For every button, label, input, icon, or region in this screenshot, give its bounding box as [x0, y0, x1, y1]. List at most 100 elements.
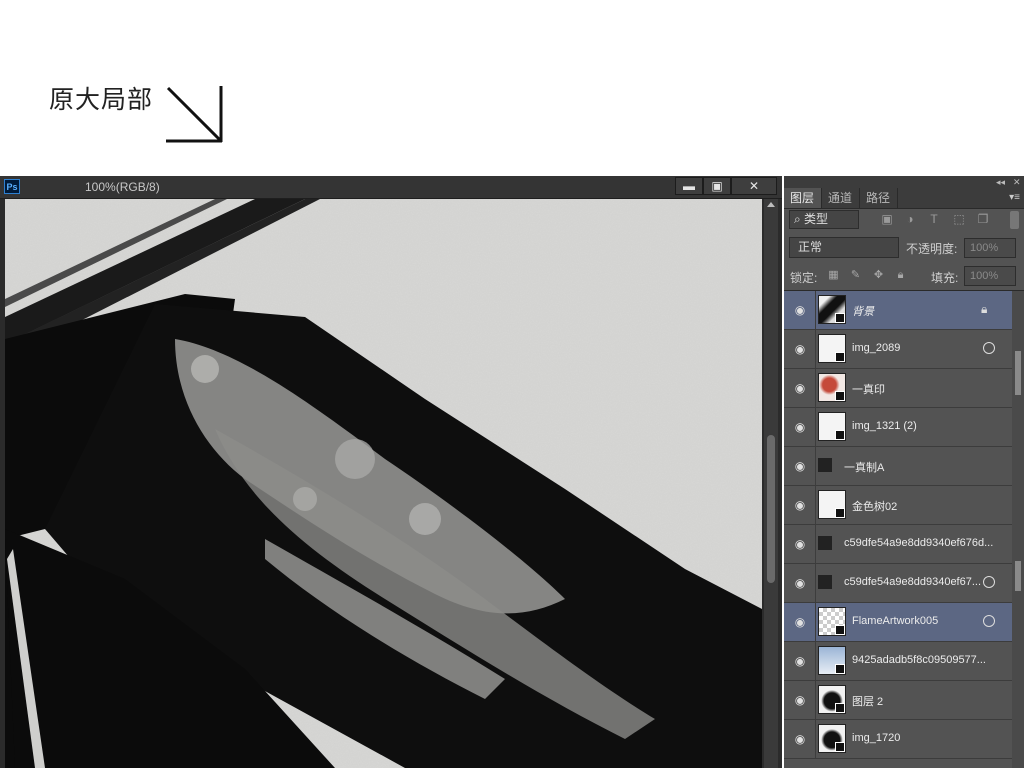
opacity-field[interactable]: 100% [964, 238, 1016, 258]
adjustment-filter-icon[interactable]: ◑ [903, 212, 917, 226]
layer-row[interactable]: ◉ 9425adadb5f8c09509577... [784, 642, 1012, 681]
arrow-down-right-icon [166, 86, 223, 143]
layer-divider [815, 291, 816, 329]
smart-object-badge-icon [835, 742, 845, 752]
layers-scrollbar-thumb[interactable] [1015, 351, 1021, 395]
visibility-eye-icon[interactable]: ◉ [793, 537, 807, 551]
layer-thumbnail[interactable] [818, 490, 846, 519]
smart-object-icon[interactable] [818, 458, 832, 472]
layer-row[interactable]: ◉ img_2089 [784, 330, 1012, 369]
layer-name[interactable]: img_1321 (2) [852, 420, 917, 432]
layer-name[interactable]: 一真印 [852, 381, 885, 397]
layer-row[interactable]: ◉ 一真制A [784, 447, 1012, 486]
close-button[interactable]: ✕ [731, 177, 777, 195]
visibility-eye-icon[interactable]: ◉ [793, 498, 807, 512]
layer-name[interactable]: c59dfe54a9e8dd9340ef676d... [844, 537, 993, 549]
lock-pixels-icon[interactable]: ✎ [849, 269, 862, 282]
layer-divider [815, 720, 816, 758]
layer-name[interactable]: 一真制A [844, 459, 884, 475]
visibility-eye-icon[interactable]: ◉ [793, 732, 807, 746]
layer-row[interactable]: ◉ 金色树02 [784, 486, 1012, 525]
layer-divider [815, 447, 816, 485]
maximize-button[interactable]: ▣ [703, 177, 731, 195]
layer-thumbnail[interactable] [818, 646, 846, 675]
layers-panel: ◂◂ ✕ 图层 通道 路径 ▾≡ ⌕ 类型 ▣ ◑ T ⬚ ❐ 正常 不透明度:… [784, 176, 1024, 768]
smart-object-badge-icon [835, 352, 845, 362]
image-filter-icon[interactable]: ▣ [880, 212, 894, 226]
document-canvas[interactable] [5, 199, 762, 768]
panel-tabs: 图层 通道 路径 ▾≡ [784, 188, 1024, 209]
blend-mode-select[interactable]: 正常 [789, 237, 899, 258]
visibility-eye-icon[interactable]: ◉ [793, 693, 807, 707]
lock-position-icon[interactable]: ✥ [872, 269, 885, 282]
vertical-scrollbar[interactable] [764, 199, 778, 768]
visibility-eye-icon[interactable]: ◉ [793, 576, 807, 590]
layers-scrollbar[interactable] [1012, 291, 1024, 768]
layers-scrollbar-thumb-2[interactable] [1015, 561, 1021, 591]
layer-divider [815, 369, 816, 407]
tab-paths[interactable]: 路径 [860, 188, 898, 208]
layer-thumbnail[interactable] [818, 685, 846, 714]
panel-menu-icon[interactable]: ▾≡ [1009, 192, 1020, 203]
lock-transparent-icon[interactable]: ▦ [827, 269, 840, 282]
smart-object-icon[interactable] [818, 575, 832, 589]
layer-name[interactable]: img_1720 [852, 732, 900, 744]
filter-type-select[interactable]: ⌕ 类型 [789, 210, 859, 229]
layer-row[interactable]: ◉ FlameArtwork005 [784, 603, 1012, 642]
fill-field[interactable]: 100% [964, 266, 1016, 286]
scroll-up-icon[interactable] [767, 202, 775, 207]
layer-row[interactable]: ◉ 图层 2 [784, 681, 1012, 720]
layer-name[interactable]: 图层 2 [852, 693, 883, 709]
lock-label: 锁定: [790, 271, 818, 285]
layer-thumbnail[interactable] [818, 373, 846, 402]
layer-thumbnail[interactable] [818, 334, 846, 363]
visibility-eye-icon[interactable]: ◉ [793, 381, 807, 395]
minimize-button[interactable]: ▬ [675, 177, 703, 195]
tab-layers[interactable]: 图层 [784, 188, 822, 208]
collapse-panel-icon[interactable]: ◂◂ [996, 176, 1005, 188]
layer-name[interactable]: 金色树02 [852, 498, 897, 514]
filter-toggle[interactable] [1010, 211, 1019, 229]
layer-row[interactable]: ◉ img_1720 [784, 720, 1012, 759]
layer-divider [815, 642, 816, 680]
layer-thumbnail[interactable] [818, 724, 846, 753]
lock-all-icon[interactable]: 🔒︎ [894, 269, 907, 282]
layer-name[interactable]: img_2089 [852, 342, 900, 354]
scrollbar-thumb[interactable] [767, 435, 775, 583]
layer-name[interactable]: 背景 [852, 303, 874, 319]
layer-row[interactable]: ◉ c59dfe54a9e8dd9340ef676d... [784, 525, 1012, 564]
layer-name[interactable]: c59dfe54a9e8dd9340ef67... [844, 576, 981, 588]
visibility-eye-icon[interactable]: ◉ [793, 654, 807, 668]
document-titlebar[interactable]: Ps 100%(RGB/8) ▬ ▣ ✕ [0, 176, 782, 199]
layer-lock-icon[interactable]: 🔒︎ [981, 302, 987, 317]
layer-effects-icon[interactable] [983, 342, 995, 354]
close-panel-icon[interactable]: ✕ [1013, 176, 1021, 188]
smart-object-badge-icon [835, 664, 845, 674]
layer-effects-icon[interactable] [983, 615, 995, 627]
layer-name[interactable]: 9425adadb5f8c09509577... [852, 654, 986, 666]
layer-row[interactable]: ◉ img_1321 (2) [784, 408, 1012, 447]
shape-filter-icon[interactable]: ⬚ [952, 212, 966, 226]
type-filter-icon[interactable]: T [927, 212, 941, 226]
lock-row: 锁定: ▦ ✎ ✥ 🔒︎ 填充: 100% [784, 262, 1024, 291]
smart-object-icon[interactable] [818, 536, 832, 550]
visibility-eye-icon[interactable]: ◉ [793, 615, 807, 629]
ink-brush-artwork [5, 199, 762, 768]
layer-thumbnail[interactable] [818, 295, 846, 324]
layer-thumbnail[interactable] [818, 412, 846, 441]
panel-header-strip: ◂◂ ✕ [784, 176, 1024, 188]
layer-effects-icon[interactable] [983, 576, 995, 588]
smartobject-filter-icon[interactable]: ❐ [976, 212, 990, 226]
layer-name[interactable]: FlameArtwork005 [852, 615, 938, 627]
document-title: 100%(RGB/8) [85, 180, 160, 194]
layer-row[interactable]: ◉ 背景 🔒︎ [784, 291, 1012, 330]
layer-row[interactable]: ◉ 一真印 [784, 369, 1012, 408]
visibility-eye-icon[interactable]: ◉ [793, 420, 807, 434]
smart-object-badge-icon [835, 313, 845, 323]
layer-thumbnail[interactable] [818, 607, 846, 636]
visibility-eye-icon[interactable]: ◉ [793, 459, 807, 473]
layer-row[interactable]: ◉ c59dfe54a9e8dd9340ef67... [784, 564, 1012, 603]
tab-channels[interactable]: 通道 [822, 188, 860, 208]
visibility-eye-icon[interactable]: ◉ [793, 342, 807, 356]
visibility-eye-icon[interactable]: ◉ [793, 303, 807, 317]
